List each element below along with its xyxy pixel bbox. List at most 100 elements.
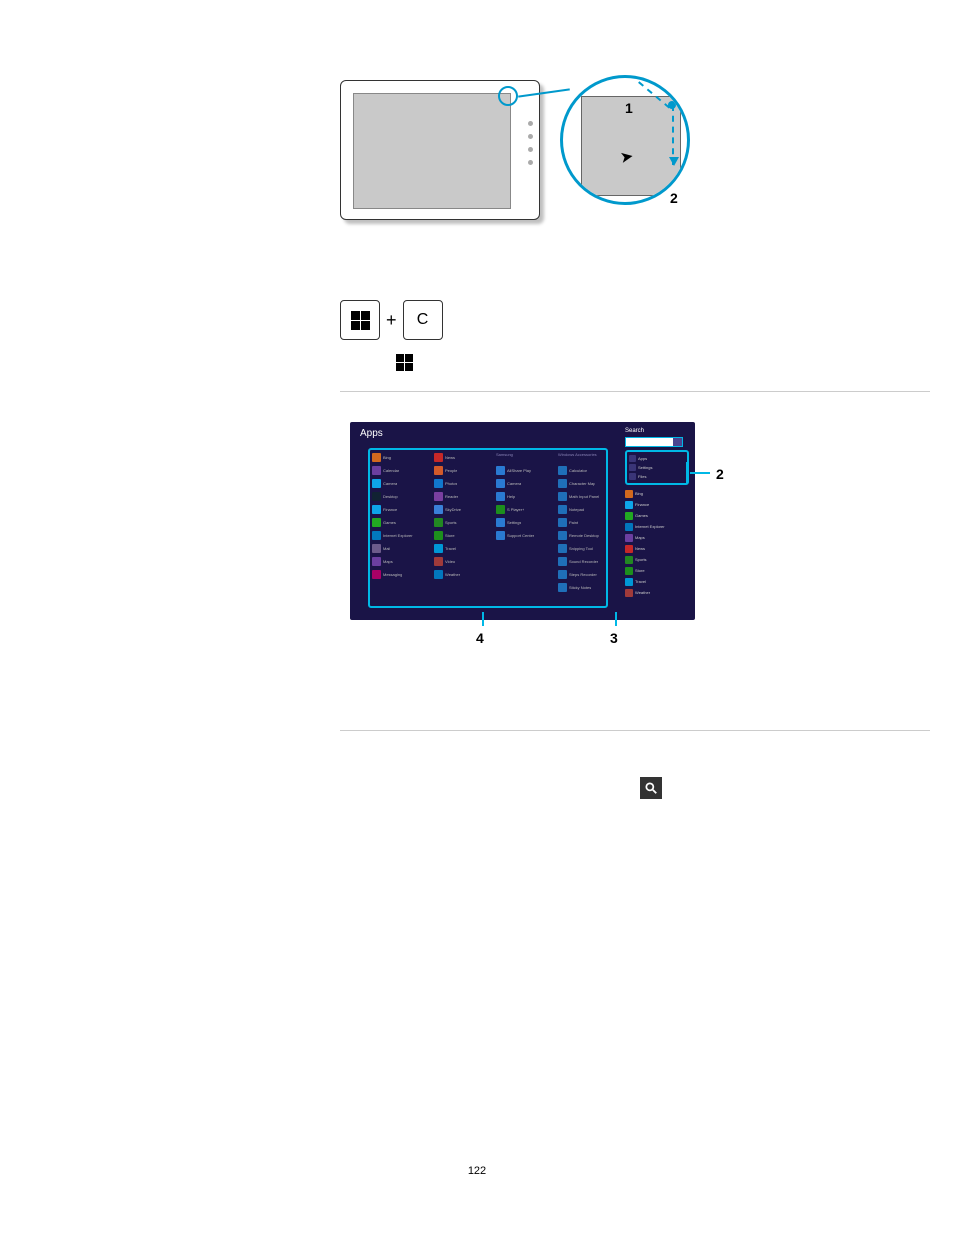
app-item[interactable]: Notepad <box>558 504 612 514</box>
leader-line-4 <box>482 612 484 626</box>
result-icon <box>625 567 633 575</box>
search-category[interactable]: Files <box>629 472 685 481</box>
apps-screen-figure: Apps Bing Calendar Camera Desktop Finance Gam… <box>350 422 710 620</box>
app-label: Snipping Tool <box>569 546 593 551</box>
app-item[interactable]: Steps Recorder <box>558 569 612 579</box>
search-result-item[interactable]: Bing <box>625 489 689 498</box>
leader-line-2h <box>690 472 710 474</box>
app-icon <box>434 518 443 527</box>
search-result-item[interactable]: Finance <box>625 500 689 509</box>
app-label: Reader <box>445 494 458 499</box>
app-item[interactable]: Sticky Notes <box>558 582 612 592</box>
category-label: Apps <box>638 456 647 461</box>
app-item[interactable]: Math Input Panel <box>558 491 612 501</box>
app-item[interactable]: News <box>434 452 488 462</box>
app-item[interactable]: Maps <box>372 556 426 566</box>
app-icon <box>372 544 381 553</box>
app-icon <box>558 557 567 566</box>
app-item[interactable]: Remote Desktop <box>558 530 612 540</box>
callout-label-3: 3 <box>610 630 618 646</box>
app-item[interactable]: Desktop <box>372 491 426 501</box>
cursor-icon: ➤ <box>618 146 635 168</box>
result-icon <box>625 501 633 509</box>
tablet-side-buttons <box>528 121 533 165</box>
result-icon <box>625 523 633 531</box>
app-label: Photos <box>445 481 457 486</box>
zoom-circle: ➤ <box>560 75 690 205</box>
app-item[interactable]: Bing <box>372 452 426 462</box>
app-label: Camera <box>507 481 521 486</box>
apps-col-4: Windows AccessoriesCalculatorCharacter M… <box>558 452 612 592</box>
app-label: Finance <box>383 507 397 512</box>
result-label: Internet Explorer <box>635 524 665 529</box>
search-result-item[interactable]: Store <box>625 566 689 575</box>
app-item[interactable]: Internet Explorer <box>372 530 426 540</box>
windows-logo-icon <box>396 354 930 371</box>
app-icon <box>372 453 381 462</box>
app-item[interactable]: Reader <box>434 491 488 501</box>
search-result-item[interactable]: News <box>625 544 689 553</box>
search-category[interactable]: Settings <box>629 463 685 472</box>
app-item[interactable]: Snipping Tool <box>558 543 612 553</box>
result-label: Sports <box>635 557 647 562</box>
search-category[interactable]: Apps <box>629 454 685 463</box>
app-item[interactable]: Support Center <box>496 530 550 540</box>
app-item[interactable]: People <box>434 465 488 475</box>
result-icon <box>625 490 633 498</box>
keyboard-shortcut: + C <box>340 300 930 340</box>
search-input[interactable] <box>625 437 683 447</box>
app-item[interactable]: Games <box>372 517 426 527</box>
app-label: S Player+ <box>507 507 524 512</box>
app-icon <box>372 492 381 501</box>
app-icon <box>496 492 505 501</box>
app-icon <box>434 557 443 566</box>
app-label: Remote Desktop <box>569 533 599 538</box>
search-result-item[interactable]: Maps <box>625 533 689 542</box>
step-callout-2: 2 <box>670 190 678 206</box>
app-item[interactable]: Finance <box>372 504 426 514</box>
app-item[interactable]: Paint <box>558 517 612 527</box>
tablet-outline <box>340 80 540 220</box>
windows-key <box>340 300 380 340</box>
app-item[interactable]: Messaging <box>372 569 426 579</box>
app-item[interactable]: Video <box>434 556 488 566</box>
search-result-item[interactable]: Games <box>625 511 689 520</box>
search-result-item[interactable]: Internet Explorer <box>625 522 689 531</box>
app-label: Calendar <box>383 468 399 473</box>
app-item[interactable]: Camera <box>372 478 426 488</box>
app-item[interactable]: Travel <box>434 543 488 553</box>
app-label: Desktop <box>383 494 398 499</box>
search-result-item[interactable]: Weather <box>625 588 689 597</box>
windows-logo-inline <box>396 354 930 371</box>
app-label: Sports <box>445 520 457 525</box>
app-label: Store <box>445 533 455 538</box>
callout-label-2: 2 <box>716 466 724 482</box>
app-label: Travel <box>445 546 456 551</box>
app-label: People <box>445 468 457 473</box>
app-item[interactable]: S Player+ <box>496 504 550 514</box>
app-item[interactable]: Weather <box>434 569 488 579</box>
app-icon <box>558 531 567 540</box>
app-item[interactable]: AllShare Play <box>496 465 550 475</box>
search-result-item[interactable]: Travel <box>625 577 689 586</box>
app-icon <box>558 466 567 475</box>
app-item[interactable]: Settings <box>496 517 550 527</box>
app-item[interactable]: Help <box>496 491 550 501</box>
app-label: Games <box>383 520 396 525</box>
app-item[interactable]: SkyDrive <box>434 504 488 514</box>
search-panel: Search AppsSettingsFiles BingFinanceGame… <box>625 428 689 597</box>
app-item[interactable]: Sound Recorder <box>558 556 612 566</box>
apps-col-3: SamsungAllShare PlayCameraHelpS Player+S… <box>496 452 550 592</box>
app-item[interactable]: Store <box>434 530 488 540</box>
app-item[interactable]: Calculator <box>558 465 612 475</box>
app-item[interactable]: Camera <box>496 478 550 488</box>
app-icon <box>434 453 443 462</box>
search-result-item[interactable]: Sports <box>625 555 689 564</box>
app-item[interactable]: Photos <box>434 478 488 488</box>
app-item[interactable]: Mail <box>372 543 426 553</box>
step-callout-1: 1 <box>625 100 633 116</box>
result-label: Games <box>635 513 648 518</box>
app-item[interactable]: Character Map <box>558 478 612 488</box>
app-item[interactable]: Sports <box>434 517 488 527</box>
app-item[interactable]: Calendar <box>372 465 426 475</box>
